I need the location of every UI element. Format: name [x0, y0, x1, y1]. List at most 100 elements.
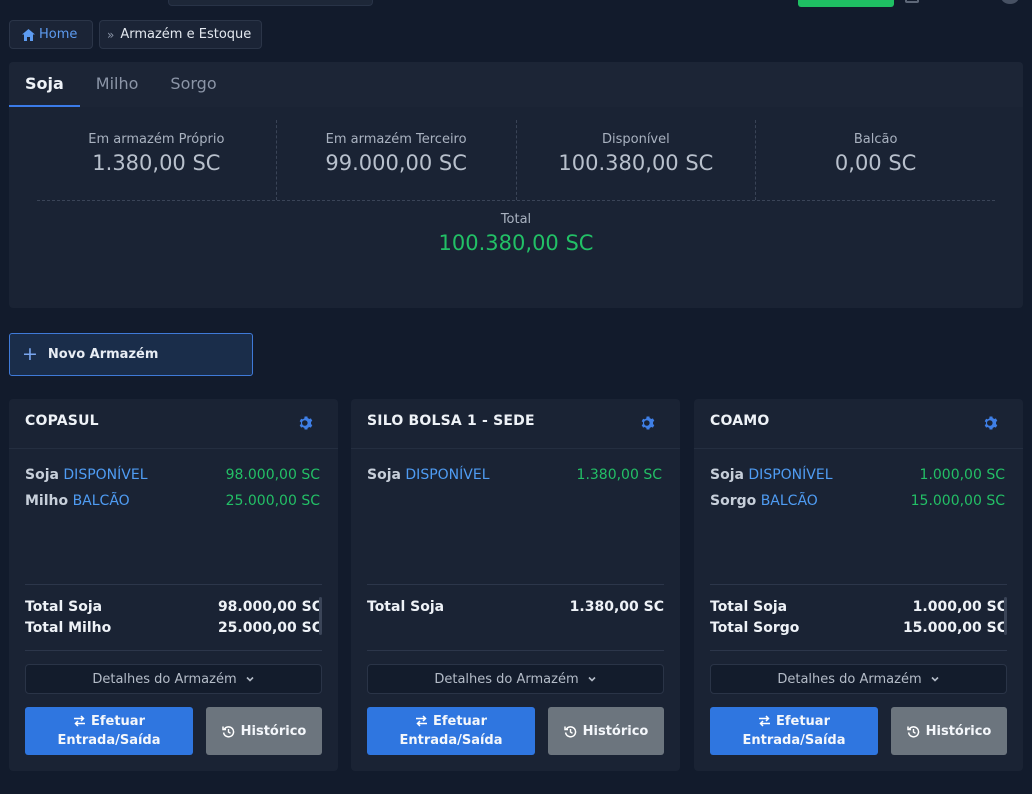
new-warehouse-label: Novo Armazém [47, 347, 159, 362]
stock-item: Soja DISPONÍVEL 1.380,00 SC [367, 467, 662, 483]
warehouse-name: COAMO [710, 413, 770, 429]
stock-item: Soja DISPONÍVEL 1.000,00 SC [710, 467, 1005, 483]
tab-soja[interactable]: Soja [9, 62, 80, 107]
details-label: Detalhes do Armazém [777, 671, 922, 687]
avatar[interactable] [1001, 0, 1019, 4]
stat-value: 0,00 SC [834, 151, 917, 175]
total-row: Total Soja 98.000,00 SC [25, 599, 322, 615]
item-product: Soja [25, 467, 59, 483]
item-status[interactable]: BALCÃO [73, 493, 130, 509]
breadcrumb-separator-icon: » [107, 27, 115, 42]
stock-stats: Em armazém Próprio 1.380,00 SC Em armazé… [37, 120, 995, 200]
entry-exit-button[interactable]: Efetuar Entrada/Saída [25, 707, 193, 755]
entry-exit-label-2: Entrada/Saída [399, 733, 503, 748]
warehouse-details-toggle[interactable]: Detalhes do Armazém [25, 664, 322, 694]
history-button[interactable]: Histórico [548, 707, 664, 755]
item-product: Milho [25, 493, 69, 509]
totals-scrollbar[interactable] [319, 597, 322, 635]
warehouse-card-coamo: COAMO Soja DISPONÍVEL 1.000,00 SC Sorgo … [694, 399, 1023, 771]
warehouse-name: SILO BOLSA 1 - SEDE [367, 413, 535, 429]
stock-item: Milho BALCÃO 25.000,00 SC [25, 493, 320, 509]
total-row-label: Total Soja [710, 599, 788, 615]
stat-value: 100.380,00 SC [558, 151, 714, 175]
stat-label: Disponível [601, 132, 670, 147]
item-status[interactable]: DISPONÍVEL [405, 467, 489, 483]
total-value: 100.380,00 SC [438, 231, 594, 255]
top-calendar-icon[interactable] [905, 0, 919, 3]
entry-exit-button[interactable]: Efetuar Entrada/Saída [367, 707, 535, 755]
total-row: Total Soja 1.380,00 SC [367, 599, 664, 615]
history-icon [563, 725, 576, 738]
stat-counter: Balcão 0,00 SC [756, 120, 995, 200]
top-search-input[interactable] [168, 0, 373, 6]
entry-exit-label-1: Efetuar [775, 714, 830, 729]
summary-divider [37, 200, 995, 201]
card-divider [25, 584, 322, 585]
warehouse-details-toggle[interactable]: Detalhes do Armazém [710, 664, 1007, 694]
item-status[interactable]: DISPONÍVEL [748, 467, 832, 483]
total-row-label: Total Soja [25, 599, 103, 615]
warehouse-card-copasul: COPASUL Soja DISPONÍVEL 98.000,00 SC Mil… [9, 399, 338, 771]
total-row-value: 15.000,00 SC [902, 620, 1007, 636]
breadcrumb-current-label: Armazém e Estoque [120, 27, 252, 42]
card-divider [694, 448, 1023, 449]
exchange-icon [73, 715, 85, 727]
history-icon [221, 725, 234, 738]
total-row: Total Milho 25.000,00 SC [25, 620, 322, 636]
top-action-button[interactable] [798, 0, 894, 7]
entry-exit-button[interactable]: Efetuar Entrada/Saída [710, 707, 878, 755]
warehouse-name: COPASUL [25, 413, 99, 429]
card-divider [9, 448, 338, 449]
product-tabs: Soja Milho Sorgo [9, 62, 1023, 107]
total-row-value: 1.000,00 SC [912, 599, 1007, 615]
total-row-value: 25.000,00 SC [217, 620, 322, 636]
entry-exit-label-1: Efetuar [432, 714, 487, 729]
gear-icon[interactable] [640, 415, 656, 431]
stat-label: Balcão [853, 132, 898, 147]
item-status[interactable]: BALCÃO [761, 493, 818, 509]
history-button[interactable]: Histórico [206, 707, 322, 755]
history-icon [906, 725, 919, 738]
breadcrumb-home[interactable]: Home [9, 20, 93, 49]
card-divider [351, 448, 680, 449]
total-label: Total [500, 212, 532, 227]
breadcrumb-current: » Armazém e Estoque [99, 20, 262, 49]
card-divider [367, 584, 664, 585]
chevron-down-icon [246, 676, 254, 682]
gear-icon[interactable] [983, 415, 999, 431]
breadcrumb-home-label: Home [39, 27, 78, 42]
item-value: 1.380,00 SC [576, 467, 662, 483]
card-divider [367, 650, 664, 651]
item-value: 15.000,00 SC [910, 493, 1005, 509]
history-button[interactable]: Histórico [891, 707, 1007, 755]
history-label: Histórico [582, 723, 649, 739]
stock-item: Sorgo BALCÃO 15.000,00 SC [710, 493, 1005, 509]
card-divider [25, 650, 322, 651]
totals-scrollbar[interactable] [1004, 597, 1007, 635]
new-warehouse-button[interactable]: + Novo Armazém [9, 333, 253, 376]
stock-item: Soja DISPONÍVEL 98.000,00 SC [25, 467, 320, 483]
history-label: Histórico [925, 723, 992, 739]
stock-total: Total 100.380,00 SC [9, 212, 1023, 255]
warehouse-card-silo-bolsa: SILO BOLSA 1 - SEDE Soja DISPONÍVEL 1.38… [351, 399, 680, 771]
total-row-label: Total Sorgo [710, 620, 800, 636]
total-row: Total Soja 1.000,00 SC [710, 599, 1007, 615]
home-icon [22, 28, 35, 41]
total-row-label: Total Milho [25, 620, 112, 636]
stat-third-party-warehouse: Em armazém Terceiro 99.000,00 SC [277, 120, 517, 200]
tab-milho[interactable]: Milho [80, 62, 155, 107]
item-value: 1.000,00 SC [919, 467, 1005, 483]
stat-available: Disponível 100.380,00 SC [517, 120, 757, 200]
tab-sorgo[interactable]: Sorgo [154, 62, 232, 107]
details-label: Detalhes do Armazém [434, 671, 579, 687]
item-status[interactable]: DISPONÍVEL [63, 467, 147, 483]
chevron-down-icon [588, 676, 596, 682]
item-product: Sorgo [710, 493, 757, 509]
stat-label: Em armazém Terceiro [325, 132, 467, 147]
details-label: Detalhes do Armazém [92, 671, 237, 687]
history-label: Histórico [240, 723, 307, 739]
warehouse-details-toggle[interactable]: Detalhes do Armazém [367, 664, 664, 694]
exchange-icon [415, 715, 427, 727]
gear-icon[interactable] [298, 415, 314, 431]
stat-label: Em armazém Próprio [88, 132, 225, 147]
